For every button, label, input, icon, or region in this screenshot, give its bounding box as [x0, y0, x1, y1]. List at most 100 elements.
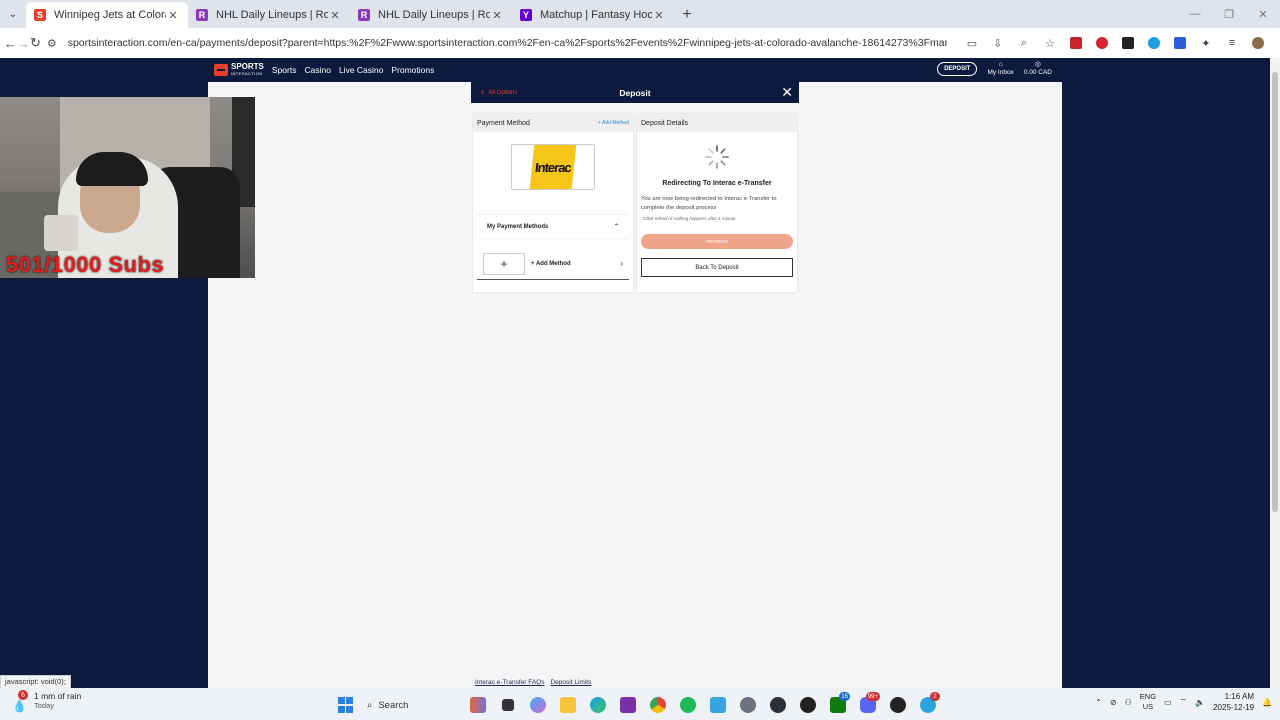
install-icon[interactable]: ⇩ [987, 32, 1009, 54]
interac-logo: Interac [529, 145, 577, 189]
rotowire-favicon-icon: R [196, 9, 208, 21]
nzxt-icon[interactable] [615, 692, 641, 718]
logo-mark-icon [214, 64, 228, 76]
file-explorer-icon[interactable] [555, 692, 581, 718]
nav-promotions[interactable]: Promotions [391, 65, 434, 75]
tab-winnipeg-jets[interactable]: S Winnipeg Jets at Colorado Avalanche ✕ [26, 2, 188, 28]
extension-blue-icon[interactable] [1143, 32, 1165, 54]
network-off-icon[interactable]: ⊘ [1110, 698, 1117, 707]
add-method-row[interactable]: + + Add Method › [477, 248, 629, 280]
refresh-note: *Click refresh if nothing happens after … [642, 216, 736, 221]
deposit-details-title: Deposit Details [641, 119, 689, 127]
close-window-icon[interactable]: ✕ [1246, 0, 1280, 28]
sportsinteraction-logo[interactable]: SPORTS INTERACTION [214, 63, 264, 77]
nav-casino[interactable]: Casino [304, 65, 330, 75]
forward-icon[interactable]: → [17, 31, 30, 55]
yahoo-favicon-icon: Y [520, 9, 532, 21]
nav-sports[interactable]: Sports [272, 65, 297, 75]
interac-option[interactable]: Interac [511, 144, 595, 190]
chrome-menu-icon[interactable]: ⋮ [1273, 32, 1280, 54]
windows-taskbar: 💧 6 1 mm of rain Today ⌕ Search 15 99+ 2 ⌃… [0, 688, 1280, 720]
bookmark-star-icon[interactable]: ☆ [1039, 32, 1061, 54]
notifications-icon[interactable]: 🔔 [1262, 698, 1272, 707]
webcam-cap [76, 152, 148, 186]
new-tab-icon[interactable]: + [674, 2, 700, 28]
xbox-badge: 15 [839, 692, 850, 701]
clock[interactable]: 1:16 AM 2025-12-19 [1213, 691, 1254, 713]
close-tab-icon[interactable]: ✕ [166, 9, 180, 22]
address-bar[interactable]: ⚙ sportsinteraction.com/en-ca/payments/d… [47, 32, 947, 54]
spotify-icon[interactable] [675, 692, 701, 718]
tab-rotowire-2[interactable]: R NHL Daily Lineups | RotoWire ✕ [350, 2, 512, 28]
task-view-icon[interactable] [495, 692, 521, 718]
zoom-icon[interactable]: ⌕ [1013, 32, 1035, 54]
obs-icon[interactable] [765, 692, 791, 718]
xbox-icon[interactable]: 15 [825, 692, 851, 718]
notepad-icon[interactable] [705, 692, 731, 718]
close-tab-icon[interactable]: ✕ [652, 9, 666, 22]
windows-start-icon[interactable] [335, 694, 357, 716]
nav-live-casino[interactable]: Live Casino [339, 65, 383, 75]
display-icon[interactable]: ▭ [1164, 698, 1172, 707]
extension-pocket-icon[interactable] [1091, 32, 1113, 54]
copilot-icon[interactable] [525, 692, 551, 718]
my-payment-methods-accordion[interactable]: My Payment Methods ⌃ [477, 214, 629, 238]
extensions-puzzle-icon[interactable]: ✦ [1195, 32, 1217, 54]
scrollbar-thumb[interactable] [1272, 72, 1278, 512]
chrome-icon[interactable] [645, 692, 671, 718]
browser-toolbar: ← → ↻ ⚙ sportsinteraction.com/en-ca/paym… [0, 28, 1280, 58]
profile-avatar-icon[interactable] [1247, 32, 1269, 54]
page-scrollbar[interactable] [1270, 58, 1280, 688]
cast-icon[interactable]: ▭ [961, 32, 983, 54]
edge-icon[interactable] [585, 692, 611, 718]
wifi-icon[interactable]: ⌔ [1180, 697, 1188, 707]
close-tab-icon[interactable]: ✕ [328, 9, 342, 22]
minimize-icon[interactable]: — [1178, 0, 1212, 28]
app-red-dot-icon[interactable] [885, 692, 911, 718]
4k-app-icon[interactable] [795, 692, 821, 718]
add-method-link[interactable]: + Add Method [598, 120, 629, 126]
telegram-icon[interactable]: 2 [915, 692, 941, 718]
subs-counter: 501/1000 Subs [6, 252, 165, 277]
extension-red-icon[interactable] [1065, 32, 1087, 54]
weather-widget[interactable]: 💧 6 1 mm of rain Today [6, 690, 81, 713]
status-bar-link: javascript: void(0); [0, 675, 71, 689]
webcam-overlay: 501/1000 Subs [0, 97, 255, 278]
logo-subtext: INTERACTION [231, 71, 263, 76]
inbox-button[interactable]: ⌂ My Inbox [987, 61, 1013, 76]
tab-rotowire-1[interactable]: R NHL Daily Lineups | RotoWire ✕ [188, 2, 350, 28]
deposit-modal-header: ‹ All Options Deposit ✕ [471, 82, 799, 103]
account-icon: ◎ [1034, 61, 1041, 68]
clock-time: 1:16 AM [1224, 692, 1255, 701]
tab-yahoo[interactable]: Y Matchup | Fantasy Hockey | Yahoo ✕ [512, 2, 674, 28]
widgets-icon[interactable] [465, 692, 491, 718]
all-options-back-button[interactable]: ‹ All Options [481, 87, 517, 98]
refresh-button[interactable]: REFRESH [641, 234, 793, 249]
language-indicator[interactable]: ENG US [1140, 692, 1156, 712]
back-icon[interactable]: ← [4, 31, 17, 55]
extension-dark-icon[interactable] [1117, 32, 1139, 54]
deposit-details-header: Deposit Details [637, 114, 797, 132]
restore-icon[interactable]: ❐ [1212, 0, 1246, 28]
deposit-limits-link[interactable]: Deposit Limits [550, 679, 591, 686]
close-icon[interactable]: ✕ [781, 84, 793, 101]
deposit-button[interactable]: DEPOSIT [937, 61, 978, 76]
back-to-deposit-button[interactable]: Back To Deposit [641, 258, 793, 277]
close-tab-icon[interactable]: ✕ [490, 9, 504, 22]
discord-icon[interactable]: 99+ [855, 692, 881, 718]
extension-wave-icon[interactable] [1169, 32, 1191, 54]
footer-links: Interac e-Transfer FAQs Deposit Limits [475, 679, 591, 686]
telegram-badge: 2 [930, 692, 940, 701]
tab-search-icon[interactable]: ⌄ [0, 0, 26, 28]
site-info-icon[interactable]: ⚙ [47, 37, 62, 50]
vpn-icon[interactable]: ⚇ [1125, 698, 1132, 707]
tray-overflow-chevron-icon[interactable]: ⌃ [1095, 698, 1102, 707]
reload-icon[interactable]: ↻ [30, 31, 41, 55]
reading-list-icon[interactable]: ≡ [1221, 32, 1243, 54]
account-balance-button[interactable]: ◎ 0.00 CAD [1024, 61, 1052, 76]
settings-gear-icon[interactable] [735, 692, 761, 718]
back-label: All Options [488, 89, 518, 96]
taskbar-search[interactable]: ⌕ Search [361, 693, 461, 717]
interac-faq-link[interactable]: Interac e-Transfer FAQs [475, 679, 544, 686]
volume-icon[interactable]: 🔈 [1195, 698, 1205, 707]
